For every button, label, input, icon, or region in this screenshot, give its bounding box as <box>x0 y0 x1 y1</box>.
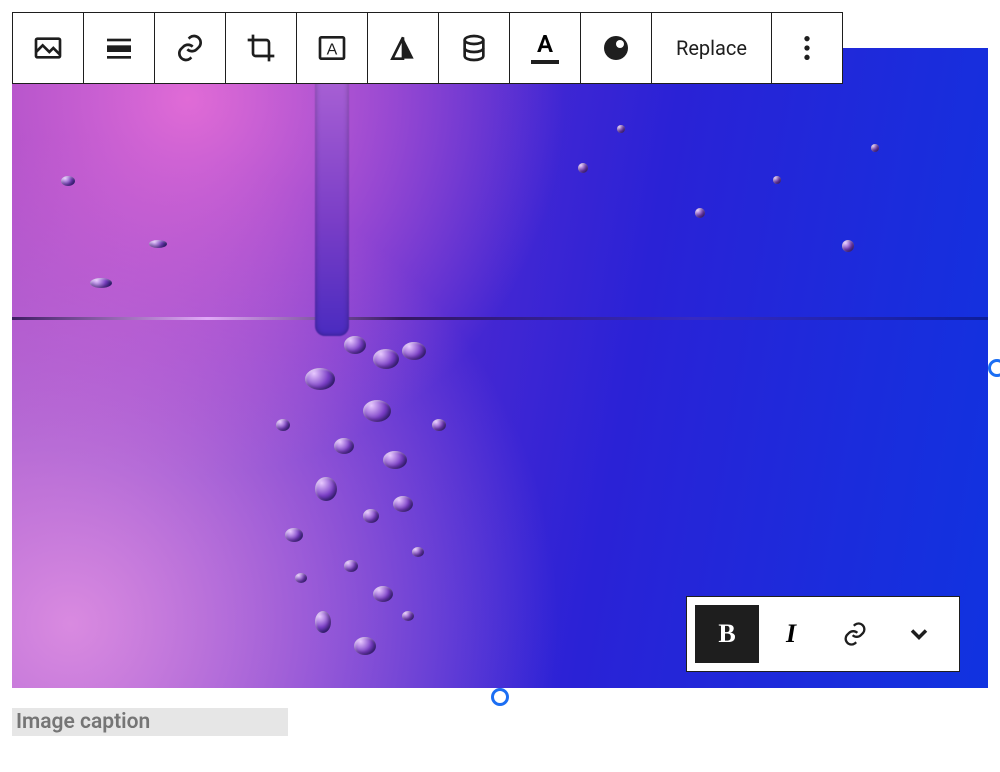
resize-handle-right[interactable] <box>988 359 1000 377</box>
block-toolbar: A A Replace <box>12 12 843 84</box>
image-caption-input[interactable] <box>12 708 288 736</box>
text-over-image-icon[interactable]: A <box>296 12 368 84</box>
styles-icon[interactable] <box>580 12 652 84</box>
inline-link-icon[interactable] <box>823 605 887 663</box>
duotone-icon[interactable] <box>367 12 439 84</box>
align-icon[interactable] <box>83 12 155 84</box>
resize-handle-bottom[interactable] <box>491 688 509 706</box>
bold-button[interactable]: B <box>695 605 759 663</box>
aspect-ratio-icon[interactable] <box>438 12 510 84</box>
image-canvas[interactable]: B I <box>12 48 988 688</box>
inline-format-toolbar: B I <box>686 596 960 672</box>
selected-image[interactable] <box>12 48 988 688</box>
replace-button[interactable]: Replace <box>651 12 772 84</box>
svg-text:A: A <box>327 42 338 59</box>
chevron-down-icon[interactable] <box>887 605 951 663</box>
typography-icon[interactable]: A <box>509 12 581 84</box>
italic-button[interactable]: I <box>759 605 823 663</box>
image-block-icon[interactable] <box>12 12 84 84</box>
more-options-icon[interactable] <box>771 12 843 84</box>
link-icon[interactable] <box>154 12 226 84</box>
crop-icon[interactable] <box>225 12 297 84</box>
